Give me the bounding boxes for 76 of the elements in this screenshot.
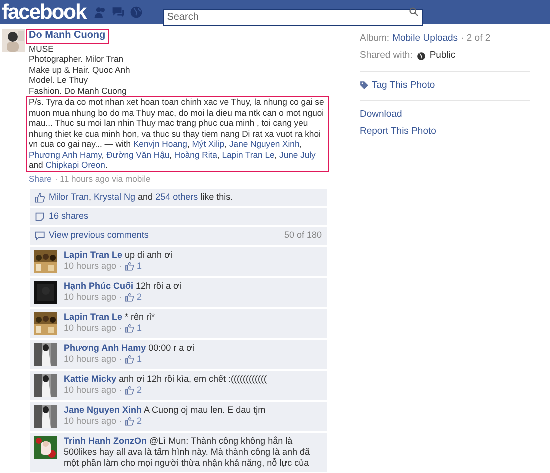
likes-text: Milor Tran, Krystal Ng and 254 others like this. bbox=[49, 190, 234, 204]
comment-text: Trinh Hanh ZonzOn @Lì Mun: Thành công không hẳn là 500likes hay all ava là tấm hình này. Mà thành công là anh đã một phần làm cho mọi người thừa nhận khả năng, nỗ lực của bbox=[64, 436, 311, 469]
comment-time: 10 hours ago · bbox=[64, 385, 122, 396]
comment-text: Phương Anh Hamy 00:00 r a ơi bbox=[64, 343, 195, 354]
download-link[interactable]: Download bbox=[360, 108, 402, 122]
comment-text: Kattie Micky anh ơi 12h rồi kìa, em chết :(((((((((((( bbox=[64, 374, 267, 385]
commenter-link[interactable]: Jane Nguyen Xinh bbox=[64, 405, 142, 415]
thumbs-up-icon bbox=[125, 324, 134, 333]
thumbs-up-icon bbox=[35, 192, 45, 202]
name-link[interactable]: Mýt Xilip bbox=[192, 139, 225, 149]
friends-icon[interactable] bbox=[94, 6, 108, 18]
comment-text: Jane Nguyen Xinh A Cuong oj mau len. E dau tjm bbox=[64, 405, 266, 416]
name-link[interactable]: Chipkapi Oreon bbox=[46, 160, 106, 170]
like-count[interactable]: 2 bbox=[137, 416, 142, 427]
comment-time: 10 hours ago · bbox=[64, 292, 122, 303]
album-label: Album: bbox=[360, 32, 390, 46]
logo[interactable]: facebook bbox=[2, 2, 86, 22]
name-link[interactable]: Phương Anh Hamy bbox=[29, 150, 102, 160]
name-link[interactable]: 254 others bbox=[156, 192, 198, 202]
comment-time: 10 hours ago · bbox=[64, 416, 122, 427]
name-link[interactable]: Milor Tran bbox=[49, 192, 90, 202]
author-name[interactable]: Do Manh Cuong bbox=[26, 29, 109, 44]
share-icon bbox=[35, 212, 45, 222]
album-link[interactable]: Mobile Uploads bbox=[392, 32, 458, 46]
globe-icon bbox=[416, 52, 426, 61]
thumbs-up-icon bbox=[125, 386, 134, 395]
name-link[interactable]: Jane Nguyen Xinh bbox=[230, 139, 300, 149]
name-link[interactable]: June July bbox=[280, 150, 316, 160]
messages-icon[interactable] bbox=[112, 6, 126, 18]
post-time: · 11 hours ago via mobile bbox=[54, 174, 151, 184]
thumbs-up-icon bbox=[125, 417, 134, 426]
commenter-link[interactable]: Phương Anh Hamy bbox=[64, 343, 146, 353]
post-text: Photographer. Milor Tran bbox=[29, 54, 125, 64]
report-link[interactable]: Report This Photo bbox=[360, 125, 436, 140]
like-count[interactable]: 1 bbox=[137, 323, 142, 334]
tag-photo-link[interactable]: Tag This Photo bbox=[372, 78, 436, 93]
thumbs-up-icon bbox=[125, 355, 134, 364]
name-link[interactable]: Krystal Ng bbox=[94, 192, 136, 202]
comment-text: Lapin Tran Le * rên rỉ* bbox=[64, 312, 156, 323]
comment-count: 50 of 180 bbox=[284, 229, 322, 242]
commenter-link[interactable]: Lapin Tran Le bbox=[64, 312, 123, 322]
name-link[interactable]: Kenvjn Hoang bbox=[133, 139, 188, 149]
comment-time: 10 hours ago · bbox=[64, 261, 122, 272]
search-icon[interactable] bbox=[409, 6, 420, 16]
name-link[interactable]: Đường Văn Hậu bbox=[106, 150, 170, 160]
privacy-link[interactable]: Public bbox=[430, 49, 456, 64]
shared-label: Shared with: bbox=[360, 49, 413, 64]
like-count[interactable]: 1 bbox=[137, 261, 142, 272]
comment-icon bbox=[35, 231, 45, 241]
name-link[interactable]: Hoàng Rita bbox=[174, 150, 218, 160]
album-position: · 2 of 2 bbox=[461, 32, 491, 46]
name-link[interactable]: Lapin Tran Le bbox=[222, 150, 275, 160]
like-count[interactable]: 2 bbox=[137, 292, 142, 303]
search-field[interactable]: Search bbox=[163, 8, 424, 26]
post-text: P/s. Tyra da co mot nhan xet hoan toan chinh xac ve Thuy, la nhung co gai se muon mua nhung bo do ma Thuy mac, do moi la dieu ma ntk can o mot nguoi mau... Thuc su moi lan nhin Thuy mac trang phuc cua minh , toi cang yeu nhung thiet ke cua minh hon, va thuc su thay tiem nang Di rat xa vuot ra khoi vn cua co gai nay... — with Kenvjn Hoang, Mýt Xilip, Jane Nguyen Xinh, Phương Anh Hamy, Đường Văn Hậu, Hoàng Rita, Lapin Tran Le, June July and Chipkapi Oreon. bbox=[29, 97, 324, 170]
post-text: Make up & Hair. Quoc Anh bbox=[29, 64, 132, 75]
thumbs-up-icon bbox=[125, 262, 134, 271]
commenter-link[interactable]: Hạnh Phúc Cuối bbox=[64, 281, 134, 291]
shares-link[interactable]: 16 shares bbox=[49, 210, 89, 224]
tag-icon bbox=[360, 81, 369, 90]
commenter-link[interactable]: Lapin Tran Le bbox=[64, 250, 123, 260]
share-link[interactable]: Share bbox=[29, 174, 52, 184]
thumbs-up-icon bbox=[125, 293, 134, 302]
post-text: Model. Le Thuy bbox=[29, 75, 90, 86]
commenter-link[interactable]: Trinh Hanh ZonzOn bbox=[64, 436, 147, 446]
view-comments-link[interactable]: View previous comments bbox=[49, 229, 280, 243]
comment-text: Hạnh Phúc Cuối 12h rồi a ơi bbox=[64, 281, 182, 292]
like-count[interactable]: 1 bbox=[137, 354, 142, 365]
post-text: MUSE bbox=[29, 44, 55, 54]
post-text: Fashion. Do Manh Cuong bbox=[29, 86, 128, 96]
like-count[interactable]: 2 bbox=[137, 385, 142, 396]
commenter-link[interactable]: Kattie Micky bbox=[64, 374, 117, 384]
globe-icon[interactable] bbox=[130, 6, 144, 18]
comment-time: 10 hours ago · bbox=[64, 354, 122, 365]
comment-time: 10 hours ago · bbox=[64, 323, 122, 334]
comment-text: Lapin Tran Le up di anh ơi bbox=[64, 250, 172, 261]
